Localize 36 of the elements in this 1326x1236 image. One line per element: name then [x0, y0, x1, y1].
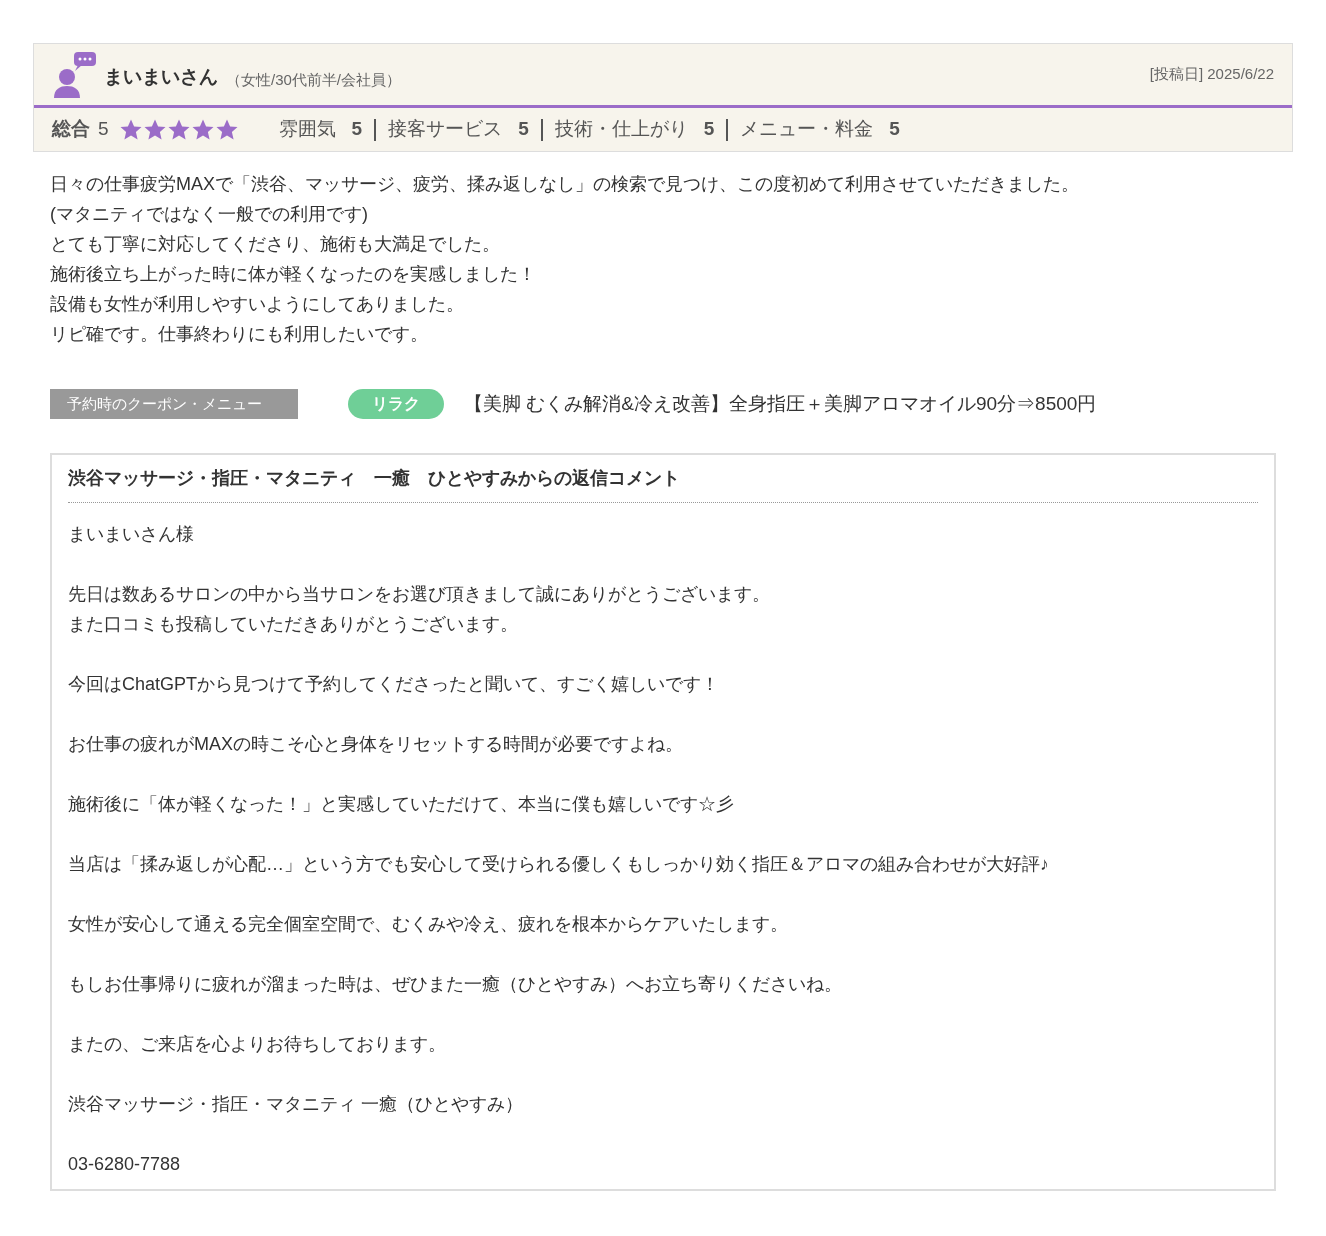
rating-score: 5 [518, 117, 529, 142]
rating-score: 5 [351, 117, 363, 142]
rating-label: メニュー・料金 [740, 117, 874, 142]
reply-text: 先日は数あるサロンの中から当サロンをお選び頂きまして誠にありがとうございます。 [68, 583, 771, 606]
review-text: 日々の仕事疲労MAXで「渋谷、マッサージ、疲労、揉み返しなし」の検索で見つけ、この度初めて利用させていただきました。 [50, 173, 1080, 196]
reply-text: 今回はChatGPTから見つけて予約してくださったと聞いて、すごく嬉しいです！ [68, 673, 721, 696]
reply-text: まいまいさん様 [68, 523, 195, 546]
rating-score: 5 [889, 117, 900, 142]
category-tag: リラク [348, 389, 444, 419]
coupon-menu-text: 【美脚 むくみ解消&冷え改善】全身指圧＋美脚アロマオイル90分⇒8500円 [464, 391, 1097, 416]
review-text: 施術後立ち上がった時に体が軽くなったのを実感しました！ [50, 263, 537, 286]
coupon-label: 予約時のクーポン・メニュー [50, 389, 298, 419]
reviewer-profile: （女性/30代前半/会社員） [226, 70, 402, 90]
reply-title: 渋谷マッサージ・指圧・マタニティ 一癒 ひとやすみからの返信コメント [68, 468, 680, 488]
rating-label: 技術・仕上がり [554, 117, 688, 142]
reviewer-name: まいまいさん [104, 65, 218, 89]
reply-text: 女性が安心して通える完全個室空間で、むくみや冷え、疲れを根本からケアいたします。 [68, 913, 789, 936]
rating-label: 雰囲気 [278, 117, 336, 142]
overall-label: 総合 [52, 117, 90, 142]
reply-text: 渋谷マッサージ・指圧・マタニティ 一癒（ひとやすみ） [68, 1093, 524, 1116]
reply-text: 施術後に「体が軽くなった！」と実感していただけて、本当に僕も嬉しいです☆彡 [68, 793, 735, 816]
rating-label: 接客サービス [388, 117, 503, 142]
rating-score: 5 [703, 117, 715, 142]
reply-text: また口コミも投稿していただきありがとうございます。 [68, 613, 519, 636]
reply-text: 当店は「揉み返しが心配…」という方でも安心して受けられる優しくもしっかり効く指圧＆アロマの組み合わせが大好評♪ [68, 853, 1050, 876]
post-date: [投稿日] 2025/6/22 [1149, 64, 1274, 85]
review-text: とても丁寧に対応してくださり、施術も大満足でした。 [50, 233, 501, 256]
overall-score: 5 [98, 117, 109, 142]
reply-text: お仕事の疲れがMAXの時こそ心と身体をリセットする時間が必要ですよね。 [68, 733, 684, 756]
review-text: (マタニティではなく一般での利用です) [50, 203, 369, 226]
reply-text: もしお仕事帰りに疲れが溜まった時は、ぜひまた一癒（ひとやすみ）へお立ち寄りくださいね。 [68, 973, 843, 996]
review-text: 設備も女性が利用しやすいようにしてありました。 [50, 293, 465, 316]
reply-text: またの、ご来店を心よりお待ちしております。 [68, 1033, 447, 1056]
reply-text: 03-6280-7788 [68, 1153, 182, 1176]
review-text: リピ確です。仕事終わりにも利用したいです。 [50, 323, 429, 346]
user-comment-icon [52, 51, 96, 98]
